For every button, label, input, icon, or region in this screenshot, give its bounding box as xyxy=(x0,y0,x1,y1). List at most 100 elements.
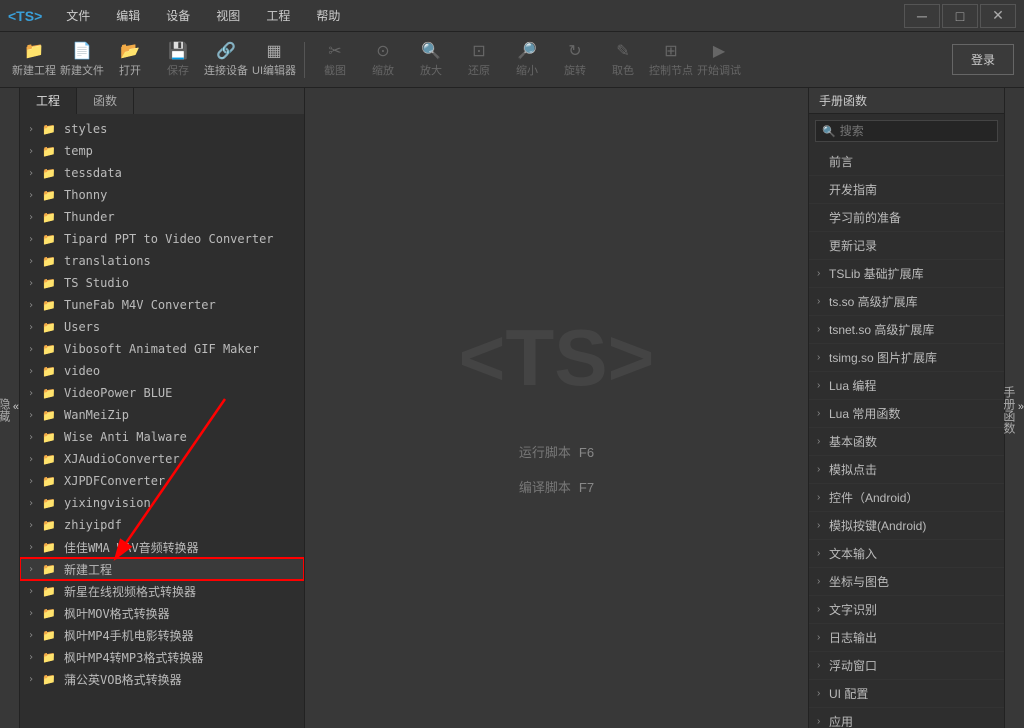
manual-item[interactable]: ›文字识别 xyxy=(809,596,1004,624)
tree-item[interactable]: ›📁Tipard PPT to Video Converter xyxy=(20,228,304,250)
manual-item[interactable]: ›ts.so 高级扩展库 xyxy=(809,288,1004,316)
left-panel-tabs: 工程函数 xyxy=(20,88,304,114)
manual-item[interactable]: ›模拟按键(Android) xyxy=(809,512,1004,540)
tree-item[interactable]: ›📁styles xyxy=(20,118,304,140)
chevron-right-icon: › xyxy=(28,608,42,619)
manual-item-label: 坐标与图色 xyxy=(829,573,889,590)
tree-item[interactable]: ›📁Thunder xyxy=(20,206,304,228)
manual-item[interactable]: ›TSLib 基础扩展库 xyxy=(809,260,1004,288)
manual-item[interactable]: ›Lua 编程 xyxy=(809,372,1004,400)
collapse-right-icon[interactable]: » xyxy=(1018,401,1024,413)
login-button[interactable]: 登录 xyxy=(952,44,1014,75)
manual-search[interactable]: 🔍 xyxy=(815,120,998,142)
manual-item[interactable]: ›日志输出 xyxy=(809,624,1004,652)
tree-item-label: yixingvision xyxy=(64,496,151,510)
tree-item[interactable]: ›📁枫叶MOV格式转换器 xyxy=(20,602,304,624)
tree-item-label: 新星在线视频格式转换器 xyxy=(64,583,196,600)
chevron-right-icon: › xyxy=(817,380,829,391)
chevron-right-icon: › xyxy=(28,124,42,135)
chevron-right-icon: › xyxy=(817,660,829,671)
tree-item-label: 枫叶MOV格式转换器 xyxy=(64,605,170,622)
right-side-strip[interactable]: » 手册函数 xyxy=(1004,88,1024,728)
manual-item[interactable]: ›tsimg.so 图片扩展库 xyxy=(809,344,1004,372)
folder-icon: 📁 xyxy=(42,123,58,136)
tab-工程[interactable]: 工程 xyxy=(20,88,77,114)
tree-item[interactable]: ›📁枫叶MP4手机电影转换器 xyxy=(20,624,304,646)
manual-item[interactable]: ›Lua 常用函数 xyxy=(809,400,1004,428)
manual-panel-title: 手册函数 xyxy=(809,88,1004,114)
tree-item[interactable]: ›📁TS Studio xyxy=(20,272,304,294)
collapse-left-icon[interactable]: « xyxy=(13,401,19,413)
manual-item[interactable]: ›模拟点击 xyxy=(809,456,1004,484)
tree-item[interactable]: ›📁XJAudioConverter xyxy=(20,448,304,470)
left-side-strip[interactable]: « 隐藏 xyxy=(0,88,20,728)
tree-item[interactable]: ›📁video xyxy=(20,360,304,382)
tree-item[interactable]: ›📁TuneFab M4V Converter xyxy=(20,294,304,316)
tree-item[interactable]: ›📁Users xyxy=(20,316,304,338)
新建工程-icon: 📁 xyxy=(24,42,44,60)
manual-item[interactable]: ›控件（Android） xyxy=(809,484,1004,512)
tree-item[interactable]: ›📁蒲公英VOB格式转换器 xyxy=(20,668,304,690)
folder-icon: 📁 xyxy=(42,519,58,532)
tree-item[interactable]: ›📁Vibosoft Animated GIF Maker xyxy=(20,338,304,360)
toolbar-连接设备[interactable]: 🔗连接设备 xyxy=(202,36,250,84)
manual-item[interactable]: ›tsnet.so 高级扩展库 xyxy=(809,316,1004,344)
tree-item[interactable]: ›📁Wise Anti Malware xyxy=(20,426,304,448)
manual-item-label: tsimg.so 图片扩展库 xyxy=(829,349,937,366)
tree-item[interactable]: ›📁zhiyipdf xyxy=(20,514,304,536)
chevron-right-icon: › xyxy=(28,388,42,399)
tree-item[interactable]: ›📁tessdata xyxy=(20,162,304,184)
toolbar-打开[interactable]: 📂打开 xyxy=(106,36,154,84)
menu-设备[interactable]: 设备 xyxy=(154,3,202,28)
tree-item[interactable]: ›📁XJPDFConverter xyxy=(20,470,304,492)
editor-area: <TS> 运行脚本F6 编译脚本F7 xyxy=(305,88,808,728)
tree-item[interactable]: ›📁WanMeiZip xyxy=(20,404,304,426)
tree-item[interactable]: ›📁枫叶MP4转MP3格式转换器 xyxy=(20,646,304,668)
tree-item[interactable]: ›📁Thonny xyxy=(20,184,304,206)
manual-item[interactable]: 学习前的准备 xyxy=(809,204,1004,232)
manual-item[interactable]: ›UI 配置 xyxy=(809,680,1004,708)
search-input[interactable] xyxy=(840,124,991,138)
toolbar-UI编辑器[interactable]: ▦UI编辑器 xyxy=(250,36,298,84)
menu-编辑[interactable]: 编辑 xyxy=(104,3,152,28)
project-tree[interactable]: ›📁styles›📁temp›📁tessdata›📁Thonny›📁Thunde… xyxy=(20,114,304,728)
tree-item[interactable]: ›📁yixingvision xyxy=(20,492,304,514)
manual-item-label: tsnet.so 高级扩展库 xyxy=(829,321,934,338)
toolbar-新建工程[interactable]: 📁新建工程 xyxy=(10,36,58,84)
tab-函数[interactable]: 函数 xyxy=(77,88,134,114)
manual-item[interactable]: ›浮动窗口 xyxy=(809,652,1004,680)
menu-帮助[interactable]: 帮助 xyxy=(304,3,352,28)
chevron-right-icon: › xyxy=(28,146,42,157)
manual-item-label: 模拟按键(Android) xyxy=(829,517,926,534)
tree-item-label: Thunder xyxy=(64,210,115,224)
toolbar-新建文件[interactable]: 📄新建文件 xyxy=(58,36,106,84)
menu-视图[interactable]: 视图 xyxy=(204,3,252,28)
tree-item[interactable]: ›📁新建工程 xyxy=(20,558,304,580)
连接设备-icon: 🔗 xyxy=(216,42,236,60)
tree-item[interactable]: ›📁佳佳WMA WAV音频转换器 xyxy=(20,536,304,558)
tree-item[interactable]: ›📁VideoPower BLUE xyxy=(20,382,304,404)
manual-item[interactable]: 更新记录 xyxy=(809,232,1004,260)
folder-icon: 📁 xyxy=(42,585,58,598)
manual-item[interactable]: ›基本函数 xyxy=(809,428,1004,456)
menu-文件[interactable]: 文件 xyxy=(54,3,102,28)
manual-item[interactable]: 前言 xyxy=(809,148,1004,176)
toolbar-divider xyxy=(304,42,305,78)
tree-item-label: 蒲公英VOB格式转换器 xyxy=(64,671,182,688)
manual-item[interactable]: 开发指南 xyxy=(809,176,1004,204)
close-button[interactable]: ✕ xyxy=(980,4,1016,28)
toolbar-截图: ✂截图 xyxy=(311,36,359,84)
tree-item[interactable]: ›📁temp xyxy=(20,140,304,162)
manual-item[interactable]: ›应用 xyxy=(809,708,1004,728)
chevron-right-icon: › xyxy=(28,278,42,289)
manual-item[interactable]: ›文本输入 xyxy=(809,540,1004,568)
tree-item[interactable]: ›📁新星在线视频格式转换器 xyxy=(20,580,304,602)
tree-item[interactable]: ›📁translations xyxy=(20,250,304,272)
manual-list[interactable]: 前言开发指南学习前的准备更新记录›TSLib 基础扩展库›ts.so 高级扩展库… xyxy=(809,148,1004,728)
manual-item[interactable]: ›坐标与图色 xyxy=(809,568,1004,596)
maximize-button[interactable]: □ xyxy=(942,4,978,28)
UI编辑器-icon: ▦ xyxy=(266,42,281,60)
menu-工程[interactable]: 工程 xyxy=(254,3,302,28)
chevron-right-icon: › xyxy=(28,212,42,223)
minimize-button[interactable]: ─ xyxy=(904,4,940,28)
